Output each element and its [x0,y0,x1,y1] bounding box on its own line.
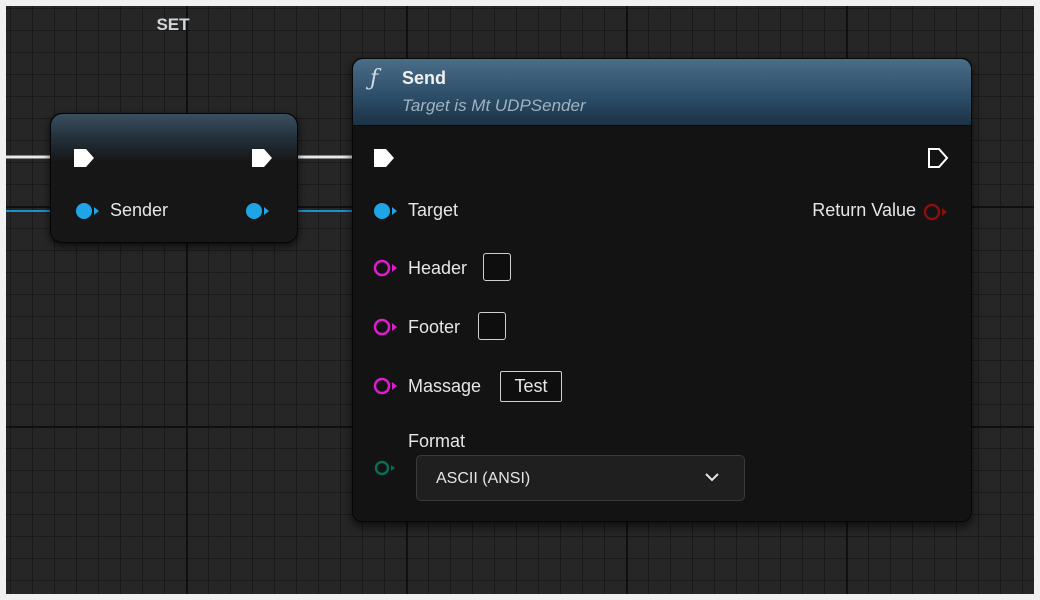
sender-pin-label: Sender [110,200,169,220]
header-pin-label: Header [408,258,468,278]
footer-checkbox[interactable] [478,312,506,340]
set-exec-in-pin[interactable] [72,147,96,169]
return-value-label: Return Value [812,200,916,220]
header-checkbox[interactable] [483,253,511,281]
format-pin[interactable] [372,458,398,478]
massage-input[interactable]: Test [500,371,562,402]
set-node-title: SET [156,15,190,34]
chevron-down-icon [705,473,719,482]
return-value-pin[interactable] [922,202,948,222]
target-pin-label: Target [408,200,459,220]
send-function-node[interactable] [352,58,972,522]
format-dropdown[interactable]: ASCII (ANSI) [416,455,745,501]
footer-pin-label: Footer [408,317,461,337]
format-dropdown-value: ASCII (ANSI) [436,470,531,487]
send-node-title: Send [402,68,447,88]
massage-pin-label: Massage [408,376,482,396]
massage-pin[interactable] [372,376,398,396]
send-node-subtitle: Target is Mt UDPSender [402,96,586,115]
send-exec-in-pin[interactable] [372,147,396,169]
target-pin[interactable] [372,201,398,221]
set-node[interactable] [50,113,298,243]
header-pin[interactable] [372,258,398,278]
footer-pin[interactable] [372,317,398,337]
set-sender-in-pin[interactable] [74,201,100,221]
set-exec-out-pin[interactable] [250,147,274,169]
function-icon: ƒ [370,66,379,91]
send-exec-out-pin[interactable] [926,146,950,170]
format-pin-label: Format [408,431,466,451]
set-sender-out-pin[interactable] [244,201,270,221]
